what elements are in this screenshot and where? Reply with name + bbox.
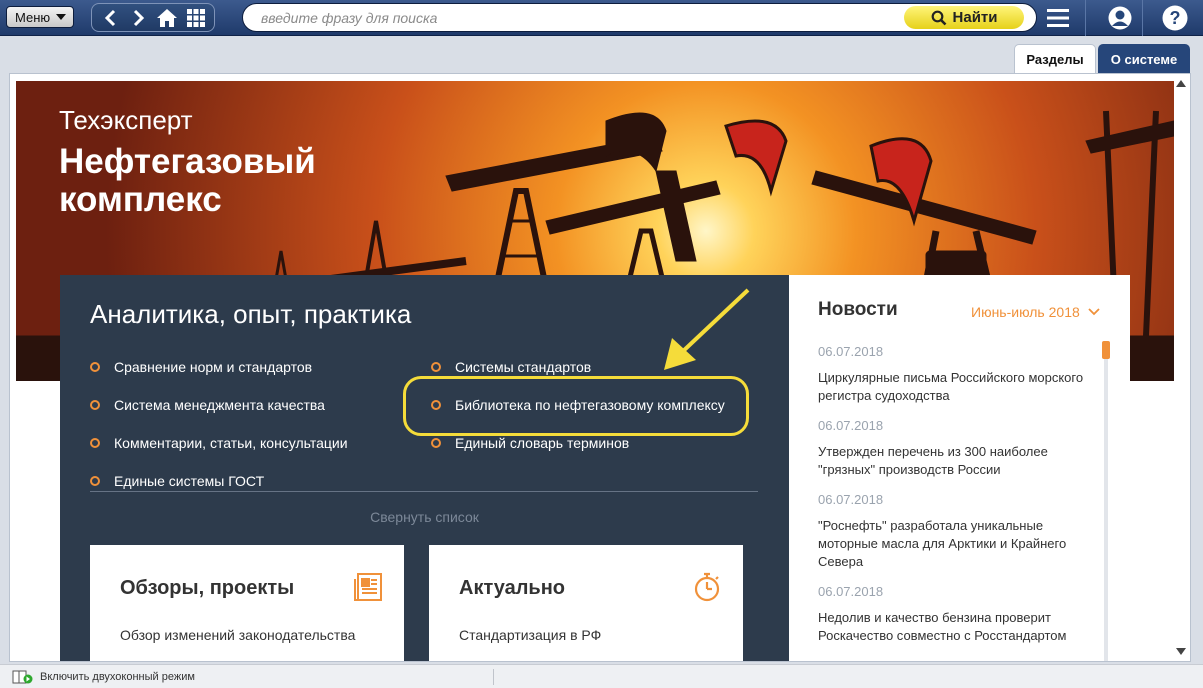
analytics-link[interactable]: Единый словарь терминов	[431, 435, 629, 451]
analytics-link-label: Единый словарь терминов	[455, 435, 630, 451]
news-scrollbar-track[interactable]	[1104, 341, 1108, 661]
status-divider	[493, 669, 494, 685]
scroll-up-arrow-icon[interactable]	[1176, 80, 1186, 87]
help-icon: ?	[1162, 5, 1188, 31]
news-item: 06.07.2018 Недолив и качество бензина пр…	[818, 584, 1088, 645]
navigation-group	[91, 3, 215, 32]
news-period-label: Июнь-июль 2018	[971, 304, 1080, 320]
news-title: Новости	[818, 299, 898, 320]
dual-window-toggle[interactable]: Включить двухоконный режим	[12, 670, 195, 684]
card-reviews-projects[interactable]: Обзоры, проекты Обзор изменений законода…	[90, 545, 404, 661]
bullet-ring-icon	[90, 362, 100, 372]
svg-text:?: ?	[1170, 8, 1181, 28]
tab-sections[interactable]: Разделы	[1014, 44, 1096, 74]
analytics-link[interactable]: Комментарии, статьи, консультации	[90, 435, 348, 451]
arrow-left-icon	[105, 9, 116, 26]
bullet-ring-icon	[431, 362, 441, 372]
news-headline-link[interactable]: "Роснефть" разработала уникальные моторн…	[818, 517, 1088, 571]
analytics-link-label: Сравнение норм и стандартов	[114, 359, 313, 375]
news-item: 06.07.2018 "Роснефть" разработала уникал…	[818, 492, 1088, 571]
news-headline-link[interactable]: Циркулярные письма Российского морского …	[818, 369, 1088, 405]
search-bar: Найти	[242, 3, 1037, 32]
search-button-label: Найти	[952, 9, 998, 26]
analytics-link[interactable]: Единые системы ГОСТ	[90, 473, 264, 489]
bullet-ring-icon	[90, 476, 100, 486]
card-title: Обзоры, проекты	[120, 577, 295, 599]
news-list: 06.07.2018 Циркулярные письма Российског…	[818, 344, 1088, 658]
news-item: 06.07.2018 Утвержден перечень из 300 наи…	[818, 418, 1088, 479]
news-date: 06.07.2018	[818, 344, 884, 359]
bullet-ring-icon	[90, 400, 100, 410]
analytics-link[interactable]: Системы стандартов	[431, 359, 591, 375]
news-date: 06.07.2018	[818, 492, 884, 507]
arrow-right-icon	[133, 9, 144, 26]
analytics-link-label: Комментарии, статьи, консультации	[114, 435, 348, 451]
forward-button[interactable]	[126, 6, 152, 30]
dual-window-icon	[12, 670, 33, 684]
home-button[interactable]	[154, 6, 180, 30]
card-title: Актуально	[459, 577, 566, 599]
news-date: 06.07.2018	[818, 584, 884, 599]
bullet-ring-icon	[431, 438, 441, 448]
search-icon	[931, 10, 946, 25]
help-button[interactable]: ?	[1155, 3, 1195, 33]
hero-title: Техэксперт	[59, 105, 193, 135]
hamburger-icon	[1047, 9, 1069, 27]
dual-window-label: Включить двухоконный режим	[40, 671, 195, 683]
card-link[interactable]: Обзор изменений законодательства	[120, 627, 355, 643]
annotation-arrow-icon	[664, 288, 750, 370]
news-headline-link[interactable]: Недолив и качество бензина проверит Роск…	[818, 609, 1088, 645]
collapse-list-button[interactable]: Свернуть список	[60, 509, 789, 525]
stopwatch-icon	[694, 572, 720, 602]
status-bar: Включить двухоконный режим	[0, 664, 1203, 688]
card-link[interactable]: Стандартизация в РФ	[459, 627, 601, 643]
annotation-highlight-ellipse	[403, 376, 749, 436]
toolbar-divider	[1142, 0, 1143, 36]
analytics-title: Аналитика, опыт, практика	[90, 299, 412, 329]
search-input[interactable]	[261, 9, 891, 27]
tab-sections-label: Разделы	[1026, 52, 1084, 67]
news-date: 06.07.2018	[818, 418, 884, 433]
toolbar-divider	[1085, 0, 1086, 36]
card-actual[interactable]: Актуально Стандартизация в РФ	[429, 545, 743, 661]
analytics-link-label: Системы стандартов	[455, 359, 592, 375]
scroll-down-arrow-icon[interactable]	[1176, 648, 1186, 655]
analytics-link-label: Система менеджмента качества	[114, 397, 325, 413]
news-item: 06.07.2018 Циркулярные письма Российског…	[818, 344, 1088, 405]
hamburger-menu-button[interactable]	[1038, 3, 1078, 33]
menu-button-label: Меню	[15, 9, 51, 25]
user-icon	[1108, 6, 1132, 30]
divider	[90, 491, 758, 492]
analytics-link[interactable]: Сравнение норм и стандартов	[90, 359, 312, 375]
news-period-dropdown[interactable]: Июнь-июль 2018	[971, 304, 1100, 320]
menu-button[interactable]: Меню	[6, 6, 74, 28]
content-frame: Техэксперт Нефтегазовый комплекс Аналити…	[9, 73, 1191, 662]
home-icon	[157, 8, 178, 27]
grid-icon	[186, 8, 205, 27]
back-button[interactable]	[97, 6, 123, 30]
news-headline-link[interactable]: Утвержден перечень из 300 наиболее "гряз…	[818, 443, 1088, 479]
analytics-link-label: Единые системы ГОСТ	[114, 473, 265, 489]
user-profile-button[interactable]	[1100, 3, 1140, 33]
analytics-link[interactable]: Система менеджмента качества	[90, 397, 325, 413]
apps-grid-button[interactable]	[183, 6, 209, 30]
document-icon	[354, 573, 382, 601]
tab-about-system-label: О системе	[1110, 51, 1178, 67]
bullet-ring-icon	[90, 438, 100, 448]
chevron-down-icon	[56, 14, 67, 20]
news-scrollbar-thumb[interactable]	[1102, 341, 1110, 359]
tab-about-system[interactable]: О системе	[1098, 44, 1190, 74]
search-button[interactable]: Найти	[904, 6, 1024, 29]
chevron-down-icon	[1088, 308, 1100, 316]
hero-subtitle: Нефтегазовый комплекс	[59, 142, 316, 219]
news-panel: Новости Июнь-июль 2018 06.07.2018 Циркул…	[789, 275, 1130, 661]
top-toolbar: Меню Найти ?	[0, 0, 1203, 36]
